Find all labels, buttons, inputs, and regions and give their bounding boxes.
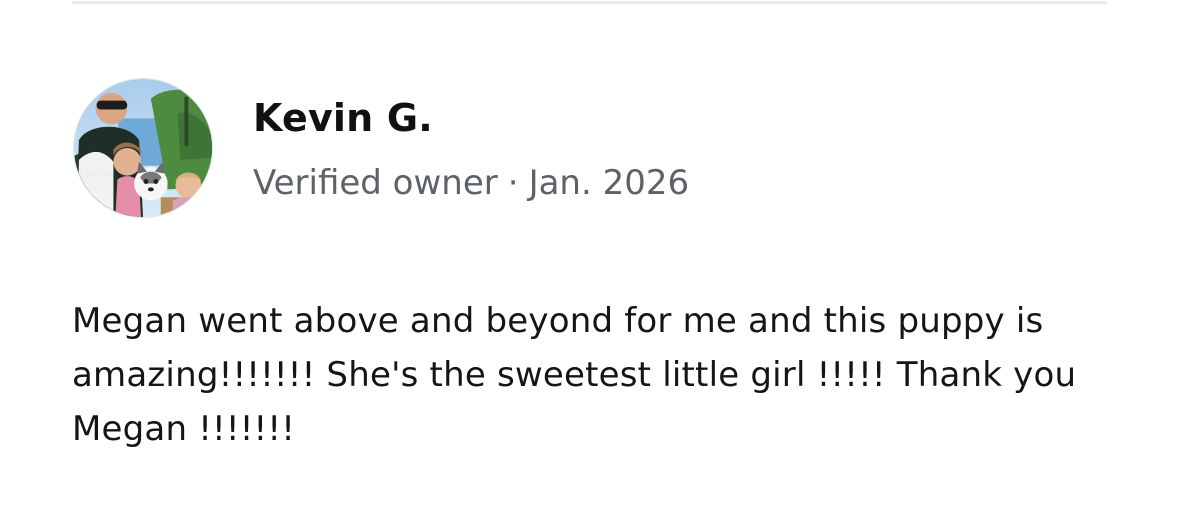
review-header: Emira Kevin G. Verified owner · Jan. 202… (73, 78, 689, 218)
verified-owner-label: Verified owner (253, 163, 498, 203)
review-body: Megan went above and beyond for me and t… (72, 301, 1077, 449)
meta-separator: · (507, 163, 519, 203)
svg-text:Emira: Emira (77, 168, 111, 181)
avatar-photo: Emira (74, 79, 212, 217)
avatar[interactable]: Emira (73, 78, 213, 218)
author-name[interactable]: Kevin G. (253, 94, 689, 142)
top-divider (72, 1, 1107, 4)
review-meta: Kevin G. Verified owner · Jan. 2026 (253, 78, 689, 204)
review-date: Jan. 2026 (528, 163, 690, 203)
review-subline: Verified owner · Jan. 2026 (253, 162, 689, 204)
